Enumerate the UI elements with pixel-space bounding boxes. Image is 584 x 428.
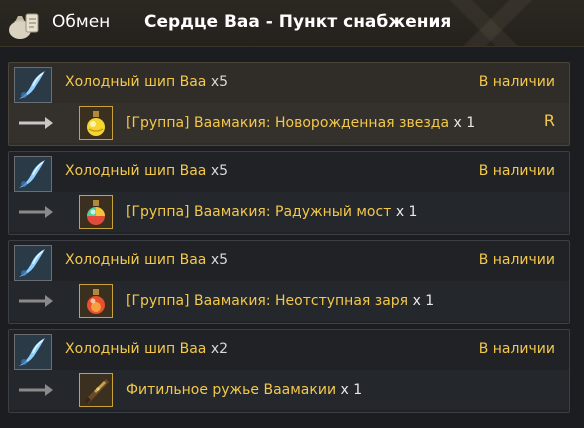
exchange-entry[interactable]: Холодный шип Ваа x5 В наличии [Группа] В… <box>8 240 570 324</box>
cost-item-name: Холодный шип Ваа x5 <box>65 74 229 90</box>
red-potion-icon[interactable] <box>79 284 113 318</box>
exchange-entry[interactable]: Холодный шип Ваа x5 В наличии [Группа] В… <box>8 62 570 146</box>
cost-row: Холодный шип Ваа x2 В наличии <box>9 330 569 370</box>
cold-spike-icon[interactable] <box>14 156 52 192</box>
reward-item-qty: x 1 <box>395 204 418 220</box>
reward-item-name: Фитильное ружье Ваамакии x 1 <box>126 382 363 398</box>
matchlock-gun-icon[interactable] <box>79 373 113 407</box>
window-header: Обмен Сердце Ваа - Пункт снабжения <box>0 0 584 47</box>
exchange-entry[interactable]: Холодный шип Ваа x2 В наличии Фитильное … <box>8 329 570 413</box>
cost-item-name: Холодный шип Ваа x2 <box>65 341 229 357</box>
stock-status: В наличии <box>478 252 555 268</box>
reward-item-qty: x 1 <box>340 382 363 398</box>
cost-item-qty: x5 <box>210 163 229 179</box>
cost-row: Холодный шип Ваа x5 В наличии <box>9 152 569 192</box>
arrow-right-icon <box>19 384 53 396</box>
reward-row: [Группа] Ваамакия: Радужный мост x 1 <box>9 192 569 232</box>
reward-row: [Группа] Ваамакия: Новорожденная звезда … <box>9 103 569 143</box>
reward-item-name: [Группа] Ваамакия: Новорожденная звезда … <box>126 115 476 131</box>
cost-item-qty: x5 <box>210 252 229 268</box>
reward-item-name: [Группа] Ваамакия: Неотступная заря x 1 <box>126 293 435 309</box>
cost-item-name: Холодный шип Ваа x5 <box>65 252 229 268</box>
arrow-right-icon <box>19 295 53 307</box>
stock-status: В наличии <box>478 163 555 179</box>
cost-item-qty: x2 <box>210 341 229 357</box>
reward-item-name: [Группа] Ваамакия: Радужный мост x 1 <box>126 204 418 220</box>
tab-exchange[interactable]: Обмен <box>52 12 110 32</box>
hotkey-label: R <box>543 111 555 130</box>
cold-spike-icon[interactable] <box>14 334 52 370</box>
stock-status: В наличии <box>478 341 555 357</box>
cost-item-qty: x5 <box>210 74 229 90</box>
arrow-right-icon <box>19 117 53 129</box>
reward-row: Фитильное ружье Ваамакии x 1 <box>9 370 569 410</box>
cost-item-name: Холодный шип Ваа x5 <box>65 163 229 179</box>
cost-row: Холодный шип Ваа x5 В наличии <box>9 63 569 103</box>
exchange-bag-icon <box>9 13 39 39</box>
stock-status: В наличии <box>478 74 555 90</box>
reward-item-qty: x 1 <box>412 293 435 309</box>
exchange-entry[interactable]: Холодный шип Ваа x5 В наличии [Группа] В… <box>8 151 570 235</box>
rainbow-potion-icon[interactable] <box>79 195 113 229</box>
reward-item-qty: x 1 <box>453 115 476 131</box>
cold-spike-icon[interactable] <box>14 245 52 281</box>
arrow-right-icon <box>19 206 53 218</box>
reward-row: [Группа] Ваамакия: Неотступная заря x 1 <box>9 281 569 321</box>
page-title: Сердце Ваа - Пункт снабжения <box>144 12 452 32</box>
cost-row: Холодный шип Ваа x5 В наличии <box>9 241 569 281</box>
yellow-potion-icon[interactable] <box>79 106 113 140</box>
cold-spike-icon[interactable] <box>14 67 52 103</box>
